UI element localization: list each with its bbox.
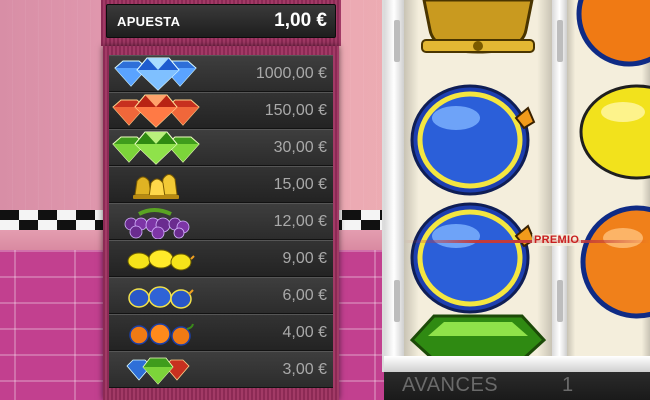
paytable-row: 3,00 € — [109, 351, 333, 388]
payline — [404, 240, 650, 243]
reel-2[interactable] — [567, 0, 650, 356]
bell-icon — [421, 0, 535, 54]
bet-value: 1,00 € — [274, 10, 327, 31]
paytable-row: 6,00 € — [109, 277, 333, 314]
prize-value: 12,00 € — [273, 213, 327, 230]
oranges-icon — [129, 323, 194, 346]
prize-value: 3,00 € — [282, 361, 327, 378]
red-diamonds-icon — [112, 94, 200, 128]
plum-icon — [410, 84, 536, 196]
plum-icon — [410, 202, 536, 314]
prize-value: 15,00 € — [273, 176, 327, 193]
mixed-diamonds-icon — [126, 357, 190, 385]
blue-diamonds-icon — [114, 57, 197, 91]
prize-value: 30,00 € — [273, 139, 327, 156]
prize-value: 150,00 € — [264, 102, 327, 119]
paytable-row: 150,00 € — [109, 92, 333, 129]
hinge — [557, 280, 563, 322]
advances-label: AVANCES — [402, 374, 499, 396]
prize-value: 4,00 € — [282, 324, 327, 341]
green-diamond-icon — [409, 314, 547, 400]
paytable-row: 9,00 € — [109, 240, 333, 277]
prize-value: 6,00 € — [282, 287, 327, 304]
paytable-row: 1000,00 € — [109, 55, 333, 92]
lemon-icon — [579, 84, 650, 180]
plums-icon — [128, 286, 194, 309]
grapes-icon — [124, 208, 190, 239]
hinge — [394, 20, 400, 62]
reel-1-symbols — [409, 0, 547, 400]
paytable-row: 15,00 € — [109, 166, 333, 203]
green-diamonds-icon — [112, 131, 200, 165]
paytable-row: 30,00 € — [109, 129, 333, 166]
orange-icon — [576, 0, 650, 67]
prize-value: 1000,00 € — [255, 65, 327, 82]
paytable: 1000,00 € 150,00 € 30,00 € 15,00 € 12,00… — [109, 55, 333, 400]
lemons-icon — [127, 249, 195, 271]
bet-display[interactable]: APUESTA 1,00 € — [106, 4, 336, 38]
advances-value: 1 — [562, 374, 574, 396]
golden-bells-icon — [133, 174, 179, 199]
paytable-row: 4,00 € — [109, 314, 333, 351]
prize-value: 9,00 € — [282, 250, 327, 267]
reel-2-symbols — [576, 0, 650, 319]
paytable-row: 12,00 € — [109, 203, 333, 240]
hinge — [557, 20, 563, 62]
hinge — [394, 280, 400, 322]
orange-icon — [580, 205, 650, 319]
reel-1[interactable] — [404, 0, 552, 400]
reel-frame-bottom — [384, 356, 650, 372]
payline-label: PREMIO — [532, 234, 582, 246]
bet-label: APUESTA — [117, 13, 181, 29]
